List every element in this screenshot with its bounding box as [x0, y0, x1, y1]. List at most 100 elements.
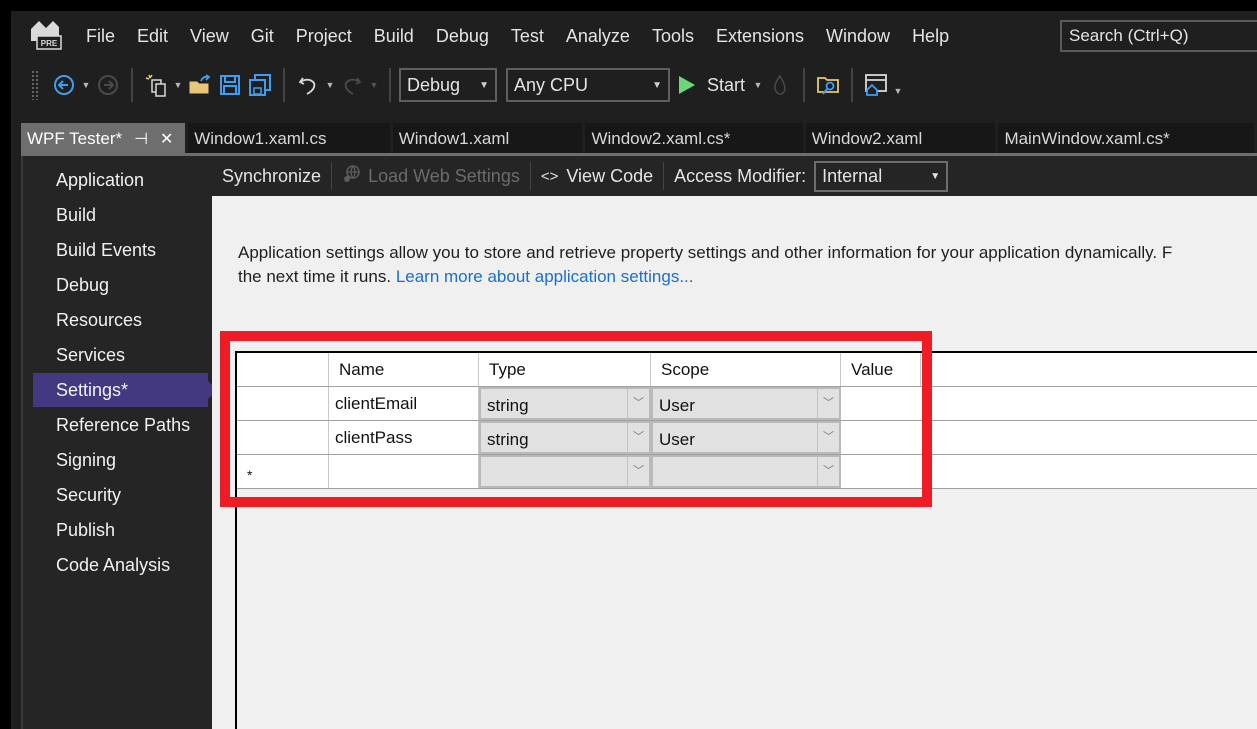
scope-value: User	[659, 430, 695, 449]
pin-icon[interactable]: ⊣	[134, 129, 148, 149]
scope-combo[interactable]: User ﹀	[651, 421, 841, 454]
solution-configuration-combo[interactable]: Debug ▼	[399, 68, 497, 102]
new-row-marker[interactable]: *	[237, 455, 329, 488]
menu-help[interactable]: Help	[901, 21, 960, 51]
learn-more-link[interactable]: Learn more about application settings...	[396, 267, 694, 286]
menu-view[interactable]: View	[179, 21, 240, 51]
close-icon[interactable]: ✕	[160, 129, 173, 149]
search-input[interactable]: Search (Ctrl+Q)	[1060, 20, 1257, 52]
toolbar-grip[interactable]	[31, 70, 39, 100]
value-cell[interactable]	[841, 455, 1257, 488]
nav-settings[interactable]: Settings*	[33, 373, 208, 407]
new-project-dropdown-icon[interactable]: ▼	[171, 71, 185, 99]
menu-edit[interactable]: Edit	[126, 21, 179, 51]
tab-wpf-tester[interactable]: WPF Tester* ⊣ ✕	[21, 123, 185, 155]
chevron-down-icon[interactable]: ﹀	[627, 389, 649, 418]
menu-window[interactable]: Window	[815, 21, 901, 51]
undo-dropdown-icon[interactable]: ▼	[323, 71, 337, 99]
undo-icon[interactable]	[295, 71, 321, 99]
load-web-settings-label: Load Web Settings	[368, 166, 520, 187]
menu-project[interactable]: Project	[285, 21, 363, 51]
access-modifier-value: Internal	[822, 166, 882, 187]
column-header-name[interactable]: Name	[329, 353, 479, 386]
nav-build-events[interactable]: Build Events	[33, 233, 208, 267]
redo-icon[interactable]	[339, 71, 365, 99]
type-combo[interactable]: string ﹀	[479, 387, 651, 420]
menu-file[interactable]: File	[75, 21, 126, 51]
grid-header-row: Name Type Scope Value	[237, 353, 1257, 387]
row-selector[interactable]	[237, 421, 329, 454]
save-icon[interactable]	[217, 71, 243, 99]
nav-resources[interactable]: Resources	[33, 303, 208, 337]
tab-window2-xaml-cs[interactable]: Window2.xaml.cs*	[585, 123, 802, 155]
forward-icon[interactable]	[95, 71, 121, 99]
open-folder-icon[interactable]	[187, 71, 213, 99]
svg-text:PRE: PRE	[41, 39, 58, 48]
solution-platform-combo[interactable]: Any CPU ▼	[506, 68, 670, 102]
menu-test[interactable]: Test	[500, 21, 555, 51]
nav-build[interactable]: Build	[33, 198, 208, 232]
nav-signing[interactable]: Signing	[33, 443, 208, 477]
synchronize-button[interactable]: Synchronize	[212, 166, 331, 187]
column-header-value[interactable]: Value	[841, 353, 921, 386]
back-icon[interactable]	[51, 71, 77, 99]
menu-analyze[interactable]: Analyze	[555, 21, 641, 51]
tab-window1-xaml-cs[interactable]: Window1.xaml.cs	[188, 123, 390, 155]
chevron-down-icon[interactable]: ﹀	[817, 423, 839, 452]
name-cell[interactable]	[329, 455, 479, 488]
nav-services[interactable]: Services	[33, 338, 208, 372]
toolbar-overflow-icon[interactable]: ▼	[891, 77, 905, 105]
hot-reload-icon[interactable]	[767, 71, 793, 99]
column-header-type[interactable]: Type	[479, 353, 651, 386]
menu-debug[interactable]: Debug	[425, 21, 500, 51]
start-dropdown-icon[interactable]: ▼	[751, 71, 765, 99]
toolbar-separator	[131, 68, 133, 102]
settings-toolbar: Synchronize Load Web Settings <> View Co…	[212, 156, 1257, 196]
chevron-down-icon[interactable]: ﹀	[627, 423, 649, 452]
menu-bar: PRE File Edit View Git Project Build Deb…	[11, 11, 1257, 61]
start-button[interactable]: Start	[679, 70, 745, 100]
nav-debug[interactable]: Debug	[33, 268, 208, 302]
scope-combo[interactable]: User ﹀	[651, 387, 841, 420]
tab-mainwindow-xaml-cs[interactable]: MainWindow.xaml.cs*	[998, 123, 1254, 155]
window-home-icon[interactable]	[863, 71, 889, 99]
new-project-icon[interactable]	[143, 71, 169, 99]
access-modifier-label: Access Modifier:	[674, 166, 806, 187]
column-header-scope[interactable]: Scope	[651, 353, 841, 386]
type-value: string	[487, 430, 529, 449]
scope-combo[interactable]: ﹀	[651, 455, 841, 488]
save-all-icon[interactable]	[247, 71, 273, 99]
value-cell[interactable]	[841, 387, 1257, 420]
tab-window1-xaml[interactable]: Window1.xaml	[393, 123, 583, 155]
nav-code-analysis[interactable]: Code Analysis	[33, 548, 208, 582]
value-cell[interactable]	[841, 421, 1257, 454]
access-modifier-combo[interactable]: Internal ▼	[814, 161, 948, 192]
nav-application[interactable]: Application	[33, 163, 208, 197]
column-header-selector	[237, 353, 329, 386]
menu-build[interactable]: Build	[363, 21, 425, 51]
back-dropdown-icon[interactable]: ▼	[79, 71, 93, 99]
table-row: clientEmail string ﹀ User ﹀	[237, 387, 1257, 421]
name-cell[interactable]: clientEmail	[329, 387, 479, 420]
nav-publish[interactable]: Publish	[33, 513, 208, 547]
tab-label: Window2.xaml.cs*	[591, 129, 730, 149]
type-combo[interactable]: string ﹀	[479, 421, 651, 454]
settings-grid: Name Type Scope Value clientEmail string…	[237, 351, 1257, 488]
nav-security[interactable]: Security	[33, 478, 208, 512]
menu-extensions[interactable]: Extensions	[705, 21, 815, 51]
find-in-files-icon[interactable]	[815, 71, 841, 99]
view-code-button[interactable]: <> View Code	[531, 166, 663, 187]
type-combo[interactable]: ﹀	[479, 455, 651, 488]
load-web-settings-button[interactable]: Load Web Settings	[332, 164, 530, 189]
menu-tools[interactable]: Tools	[641, 21, 705, 51]
description-line-1: Application settings allow you to store …	[238, 241, 1257, 265]
menu-git[interactable]: Git	[240, 21, 285, 51]
chevron-down-icon[interactable]: ﹀	[817, 457, 839, 486]
nav-reference-paths[interactable]: Reference Paths	[33, 408, 208, 442]
chevron-down-icon[interactable]: ﹀	[627, 457, 649, 486]
chevron-down-icon[interactable]: ﹀	[817, 389, 839, 418]
redo-dropdown-icon[interactable]: ▼	[367, 71, 381, 99]
name-cell[interactable]: clientPass	[329, 421, 479, 454]
tab-window2-xaml[interactable]: Window2.xaml	[806, 123, 996, 155]
row-selector[interactable]	[237, 387, 329, 420]
